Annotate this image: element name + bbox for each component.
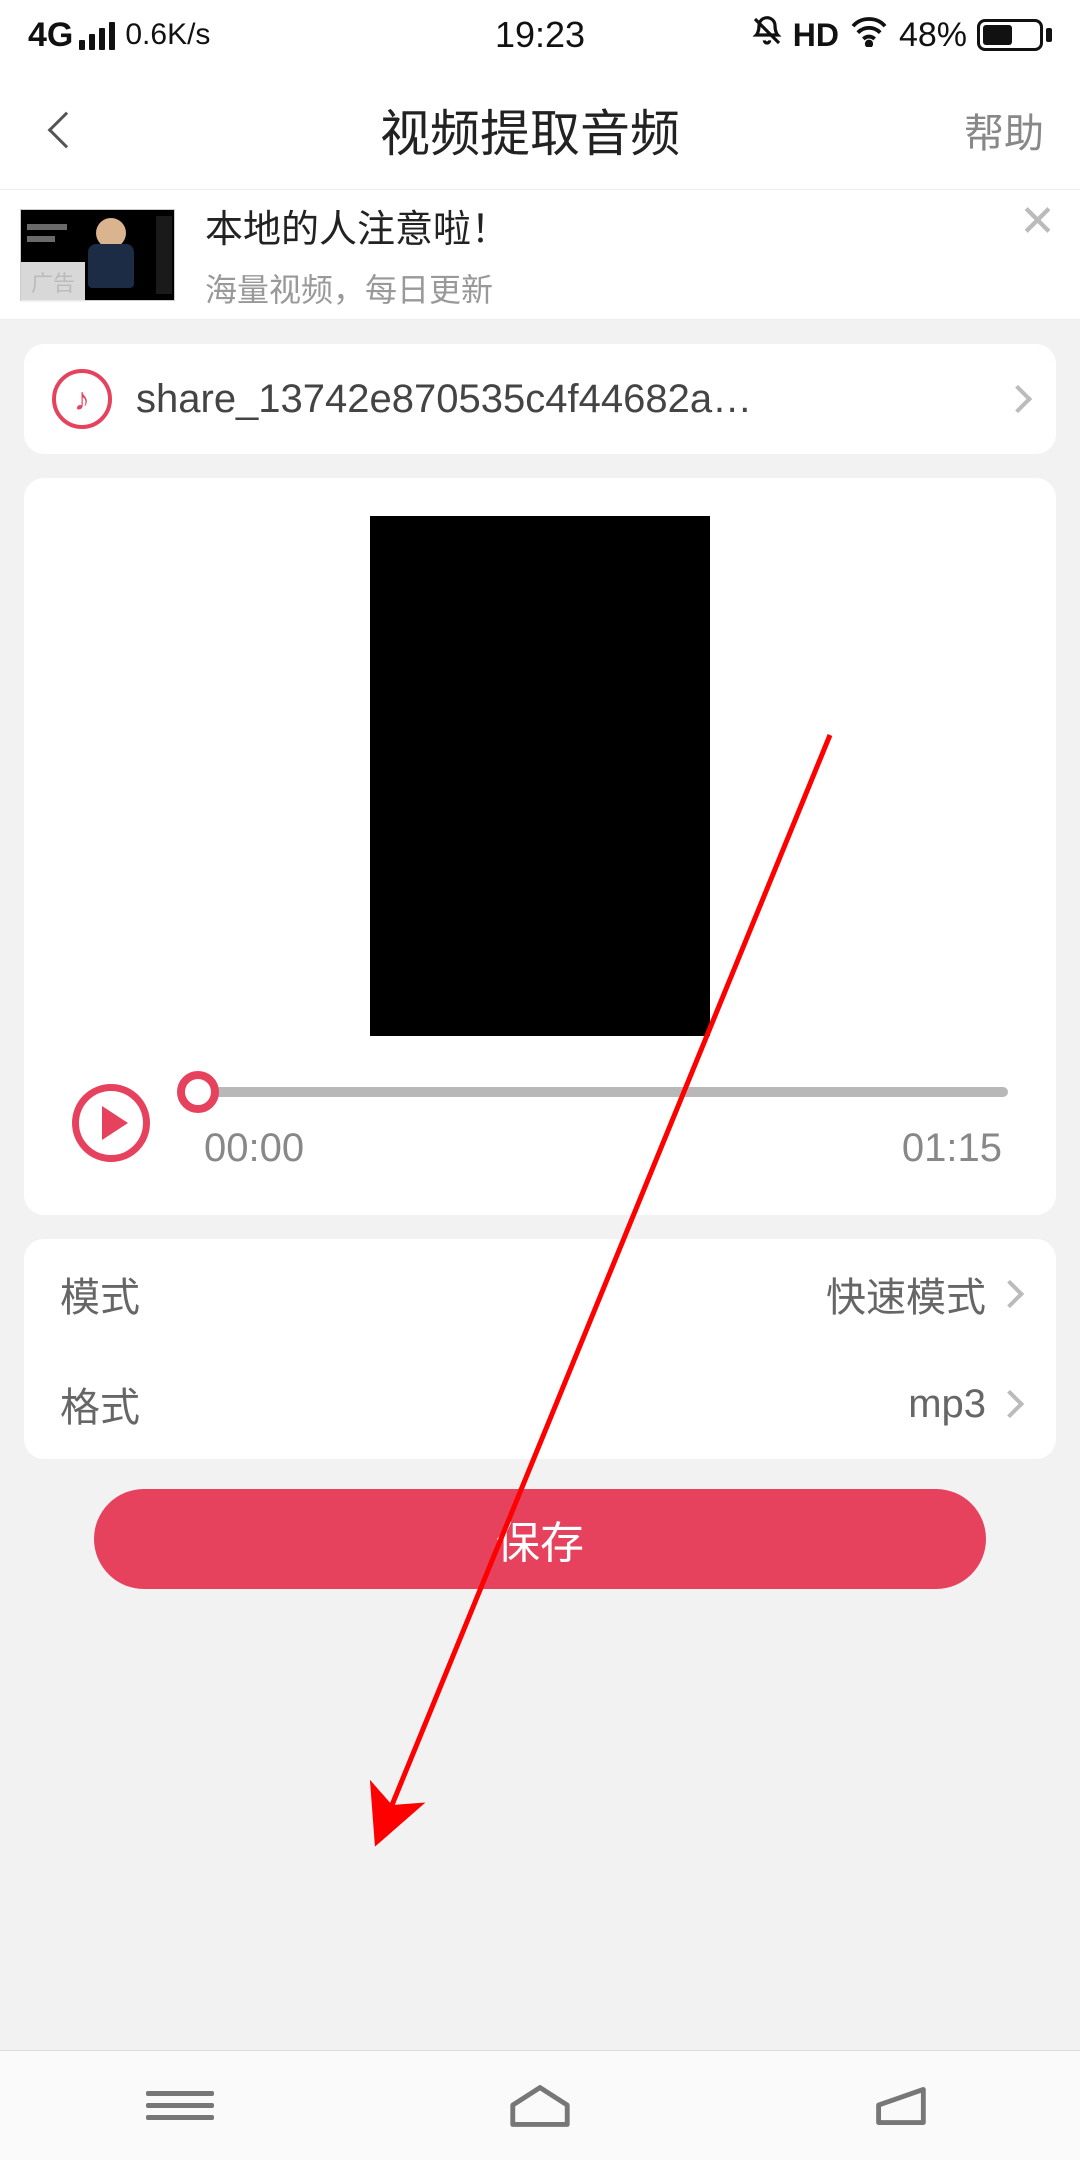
network-type: 4G [28, 16, 73, 55]
battery-icon [977, 19, 1052, 51]
mode-label: 模式 [60, 1265, 826, 1323]
mode-value: 快速模式 [826, 1265, 986, 1323]
player-card: 00:00 01:15 [24, 478, 1056, 1215]
ad-title: 本地的人注意啦！ [205, 198, 1046, 253]
seek-slider[interactable] [198, 1074, 1008, 1110]
mode-row[interactable]: 模式 快速模式 [24, 1239, 1056, 1349]
nav-home-button[interactable] [505, 2081, 575, 2131]
close-icon: ✕ [1019, 197, 1056, 246]
chevron-left-icon [48, 111, 85, 148]
status-bar: 4G 0.6K/s 19:23 HD 48% [0, 0, 1080, 70]
system-nav-bar [0, 2050, 1080, 2160]
wifi-icon [849, 15, 889, 56]
chevron-right-icon [996, 1390, 1024, 1418]
ad-thumbnail: 广告 [20, 209, 175, 301]
save-button[interactable]: 保存 [94, 1489, 986, 1589]
mute-icon [751, 14, 783, 57]
back-button[interactable] [36, 100, 96, 160]
menu-icon [146, 2084, 214, 2127]
home-icon [505, 2081, 575, 2131]
title-bar: 视频提取音频 帮助 [0, 70, 1080, 190]
page-title: 视频提取音频 [96, 94, 964, 166]
file-name: share_13742e870535c4f44682a… [136, 377, 1008, 422]
time-duration: 01:15 [902, 1126, 1002, 1171]
chevron-right-icon [996, 1280, 1024, 1308]
video-preview[interactable] [370, 516, 710, 1036]
status-clock: 19:23 [495, 14, 585, 56]
ad-subtitle: 海量视频，每日更新 [205, 265, 1046, 311]
battery-percent: 48% [899, 16, 967, 55]
format-row[interactable]: 格式 mp3 [24, 1349, 1056, 1459]
ad-close-button[interactable]: ✕ [1019, 200, 1056, 244]
play-icon [102, 1106, 128, 1140]
nav-back-button[interactable] [865, 2081, 935, 2131]
ad-badge: 广告 [21, 262, 85, 302]
ad-banner[interactable]: 广告 本地的人注意啦！ 海量视频，每日更新 ✕ [0, 190, 1080, 320]
time-current: 00:00 [204, 1126, 304, 1171]
seek-thumb[interactable] [177, 1071, 219, 1113]
help-button[interactable]: 帮助 [964, 101, 1044, 159]
format-label: 格式 [60, 1375, 908, 1433]
settings-card: 模式 快速模式 格式 mp3 [24, 1239, 1056, 1459]
format-value: mp3 [908, 1382, 986, 1427]
file-select-row[interactable]: ♪ share_13742e870535c4f44682a… [24, 344, 1056, 454]
nav-menu-button[interactable] [145, 2081, 215, 2131]
play-button[interactable] [72, 1084, 150, 1162]
network-speed: 0.6K/s [125, 18, 210, 52]
chevron-right-icon [1004, 385, 1032, 413]
music-note-icon: ♪ [52, 369, 112, 429]
back-icon [865, 2081, 935, 2131]
save-label: 保存 [496, 1507, 584, 1571]
signal-bars-icon [79, 20, 115, 50]
hd-label: HD [793, 17, 839, 54]
